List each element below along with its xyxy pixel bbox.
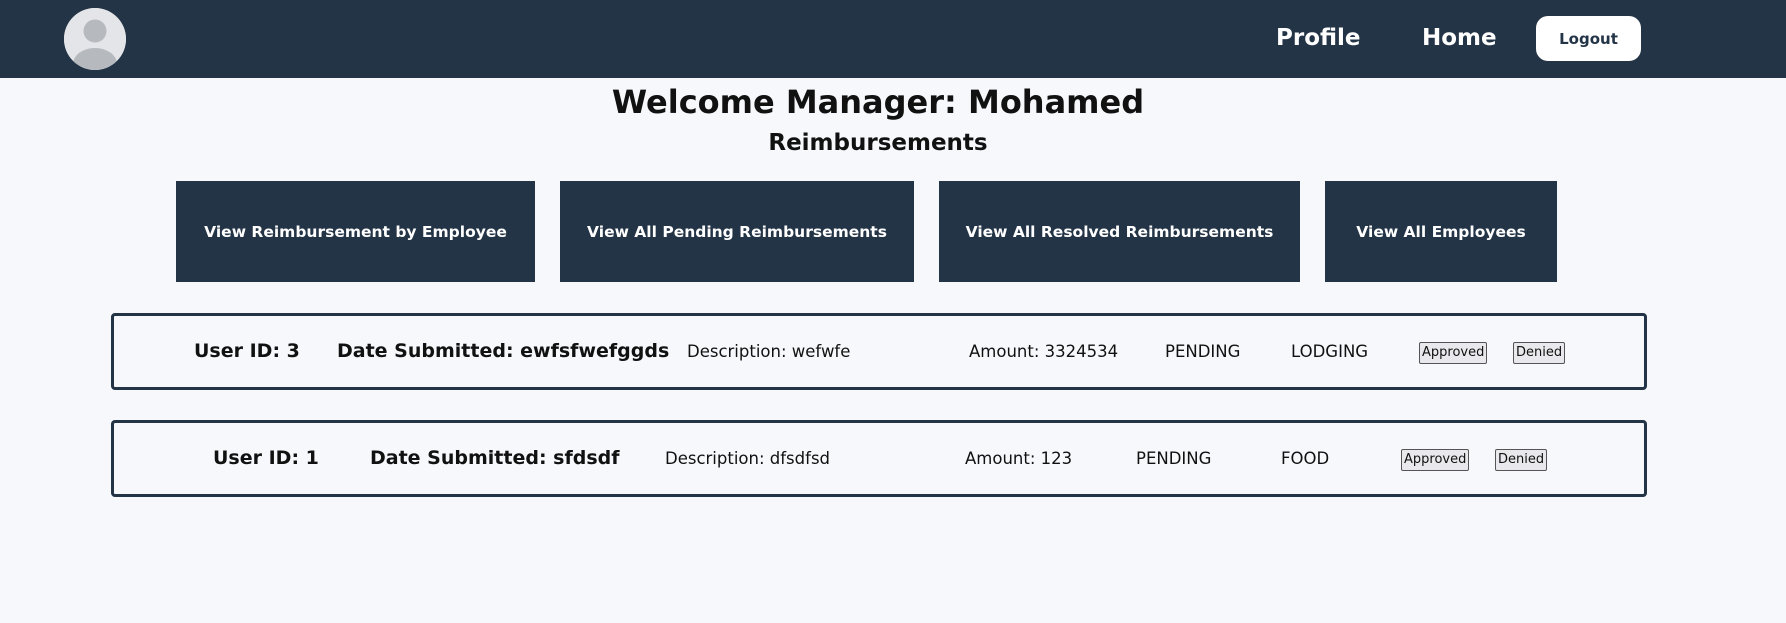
reimbursement-type: LODGING	[1291, 342, 1369, 361]
date-submitted: Date Submitted: sfdsdf	[370, 447, 620, 469]
nav-profile-link[interactable]: Profile	[1276, 23, 1361, 53]
view-by-employee-button[interactable]: View Reimbursement by Employee	[176, 181, 535, 282]
view-resolved-button[interactable]: View All Resolved Reimbursements	[939, 181, 1300, 282]
approve-button[interactable]: Approved	[1419, 342, 1488, 364]
approve-button[interactable]: Approved	[1401, 449, 1470, 471]
description: Description: wefwfe	[687, 342, 851, 361]
status-text: PENDING	[1165, 342, 1241, 361]
nav-home-link[interactable]: Home	[1422, 23, 1497, 53]
deny-button[interactable]: Denied	[1495, 449, 1548, 471]
user-id: User ID: 1	[213, 447, 319, 469]
reimbursement-card: User ID: 3 Date Submitted: ewfsfwefggds …	[111, 313, 1647, 390]
deny-button[interactable]: Denied	[1513, 342, 1566, 364]
description: Description: dfsdfsd	[665, 449, 831, 468]
view-employees-button[interactable]: View All Employees	[1325, 181, 1557, 282]
welcome-heading: Welcome Manager: Mohamed	[611, 83, 1145, 121]
status-text: PENDING	[1136, 449, 1212, 468]
user-id: User ID: 3	[194, 340, 300, 362]
reimbursement-card: User ID: 1 Date Submitted: sfdsdf Descri…	[111, 420, 1647, 497]
logout-button[interactable]: Logout	[1536, 16, 1641, 61]
navbar: Profile Home Logout	[0, 0, 1786, 78]
view-pending-button[interactable]: View All Pending Reimbursements	[560, 181, 914, 282]
page-subtitle: Reimbursements	[768, 130, 988, 156]
reimbursement-type: FOOD	[1281, 449, 1330, 468]
date-submitted: Date Submitted: ewfsfwefggds	[337, 340, 670, 362]
amount: Amount: 3324534	[969, 342, 1119, 361]
amount: Amount: 123	[965, 449, 1073, 468]
user-avatar-icon[interactable]	[64, 8, 126, 70]
